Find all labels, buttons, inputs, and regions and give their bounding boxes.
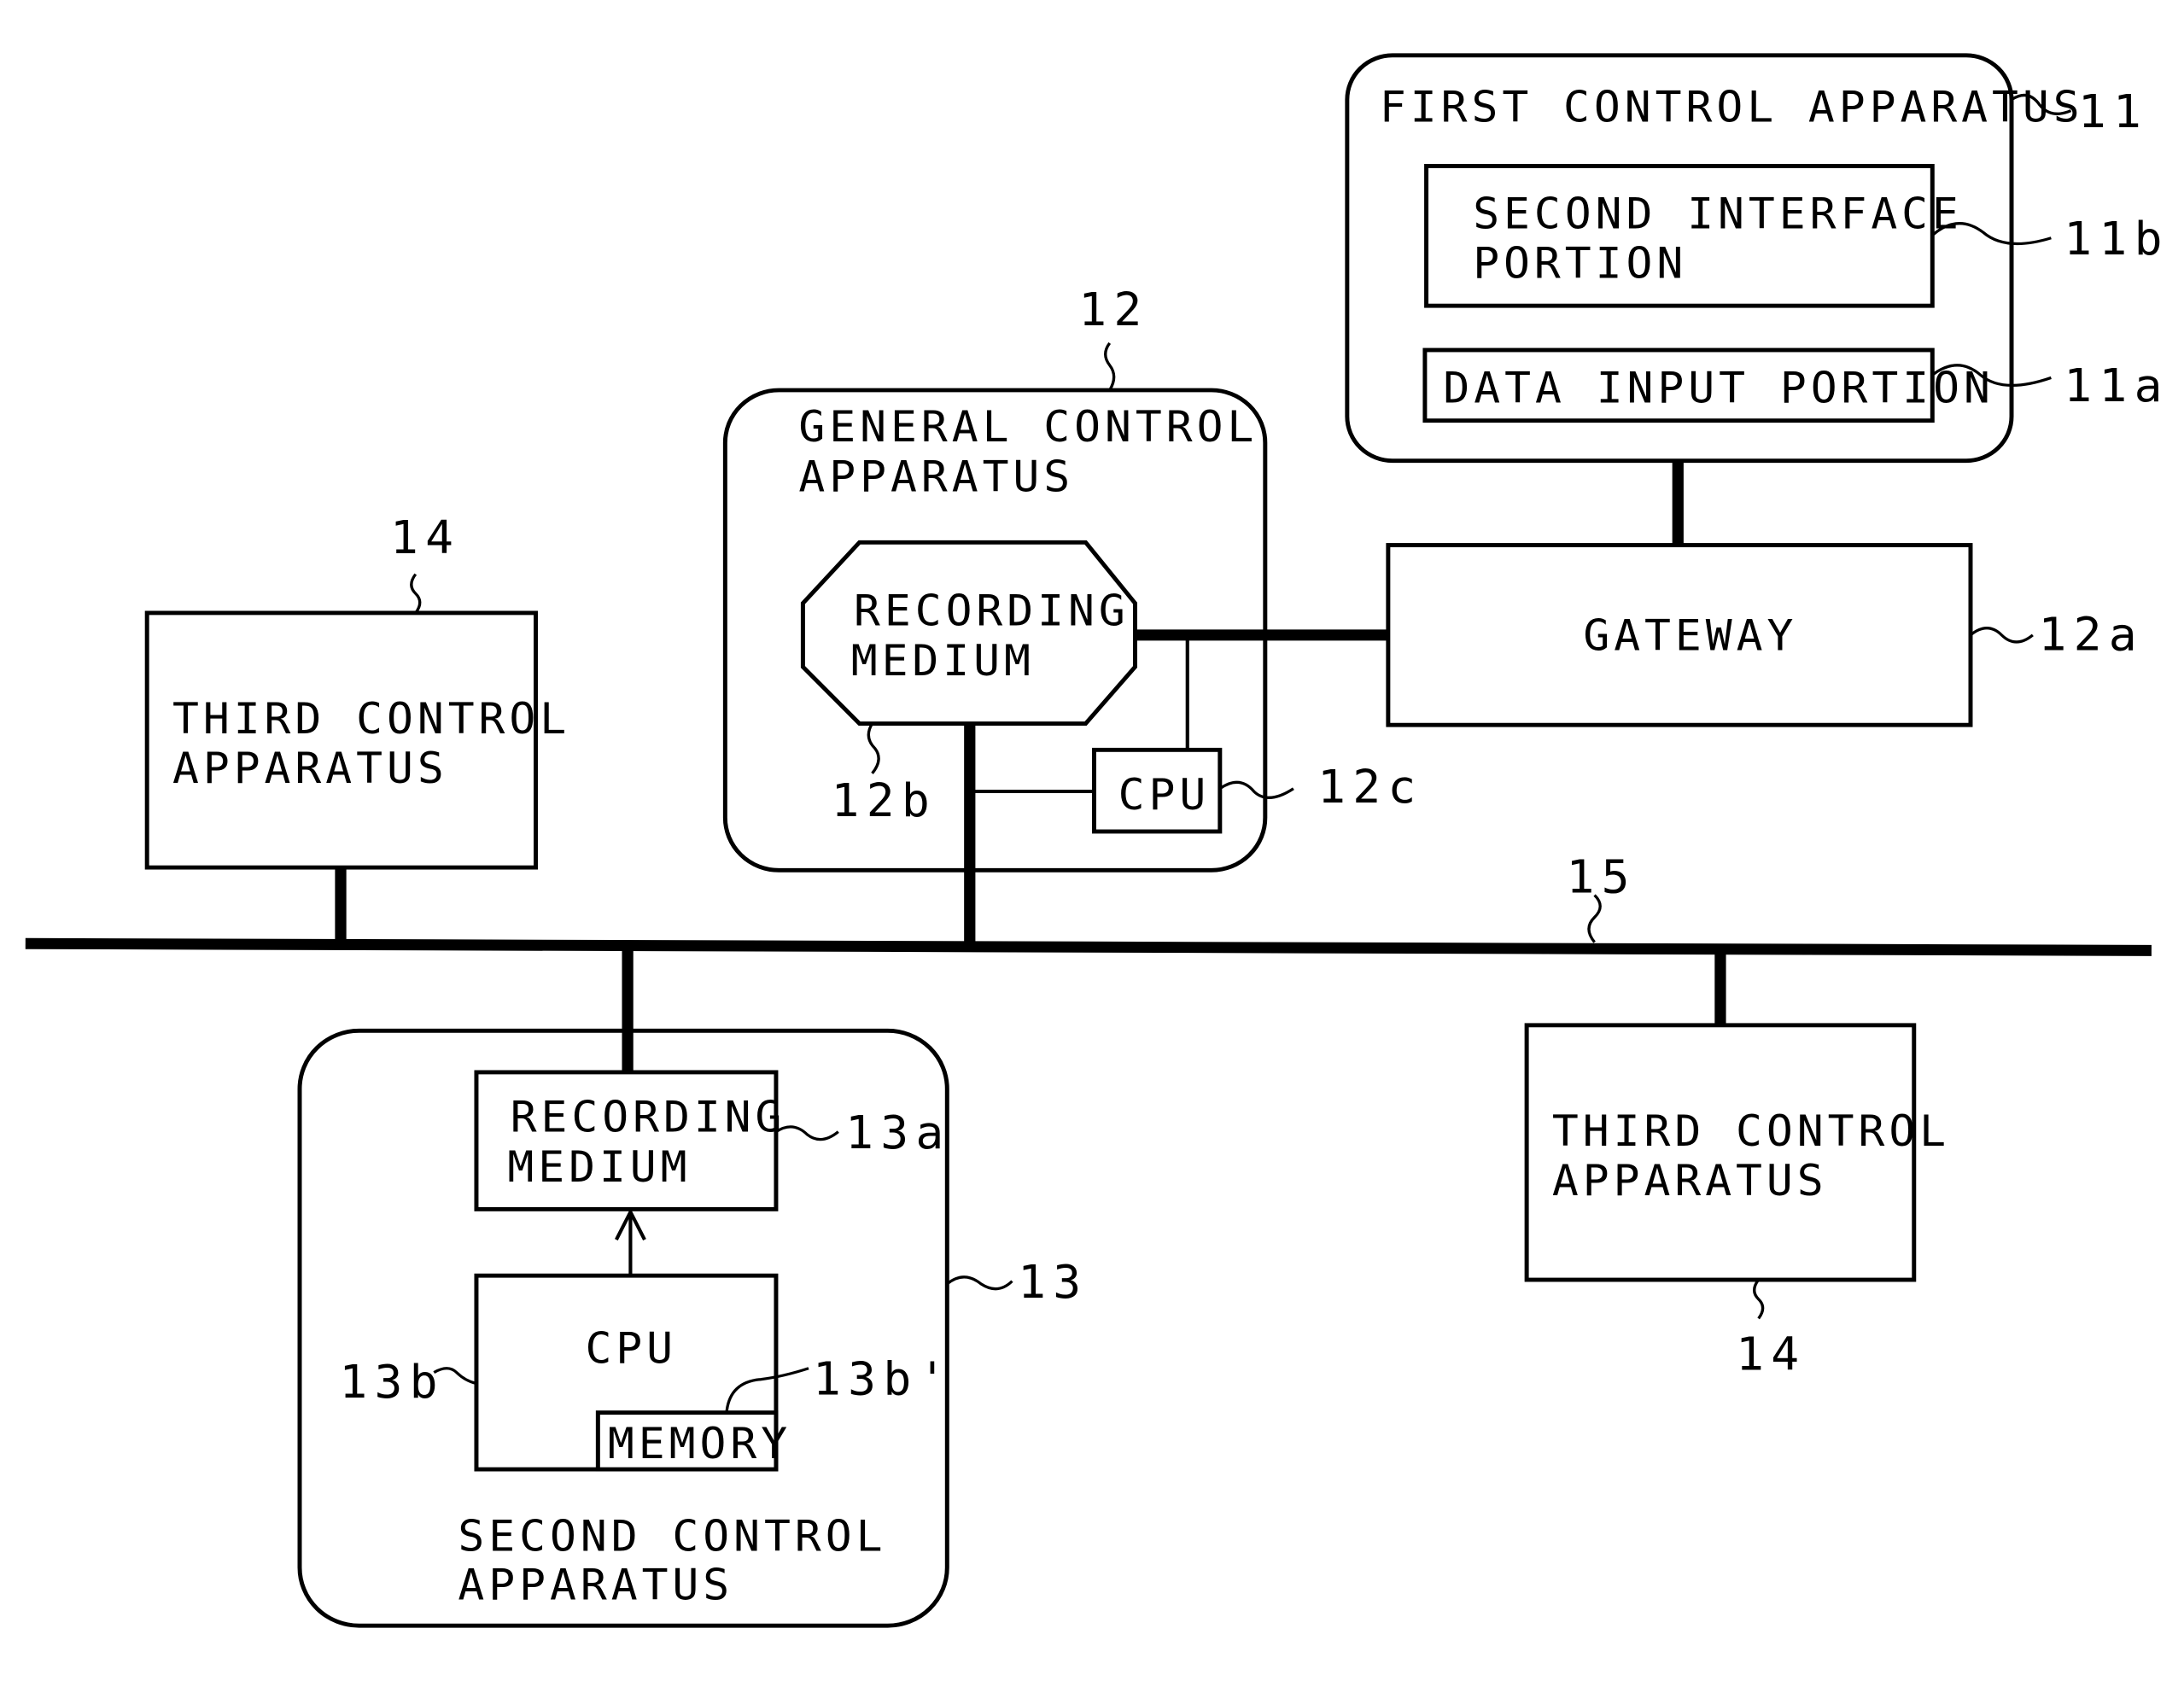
data-input-label: DATA INPUT PORTION <box>1443 363 1994 412</box>
cpu-13b-ref: 13b <box>339 1355 445 1408</box>
second-control-ref: 13 <box>1018 1256 1088 1309</box>
recording-medium-13a-ref: 13a <box>845 1106 951 1159</box>
recording-medium-12b-line-1: RECORDING <box>854 586 1130 635</box>
second-control-title-2: APPARATUS <box>458 1560 733 1609</box>
gateway-label: GATEWAY <box>1583 610 1797 660</box>
third-control-right-line-2: APPARATUS <box>1552 1156 1828 1205</box>
second-control-title-1: SECOND CONTROL <box>458 1511 886 1561</box>
recording-medium-12b-ref: 12b <box>832 774 937 827</box>
second-control-leader <box>946 1275 1013 1291</box>
recording-medium-12b-line-2: MEDIUM <box>851 635 1035 685</box>
third-control-left-ref: 14 <box>390 511 460 564</box>
third-control-apparatus-left: THIRD CONTROL APPARATUS 14 <box>144 511 570 870</box>
gateway-leader <box>1969 627 2034 644</box>
cpu-12c-label: CPU <box>1118 770 1211 820</box>
second-control-apparatus: 13 RECORDING MEDIUM 13a CPU 13b MEMORY 1… <box>297 1028 1088 1628</box>
cpu-13b-label: CPU <box>585 1323 677 1373</box>
first-control-ref: 11 <box>2078 85 2148 138</box>
data-input-ref: 11a <box>2064 359 2169 412</box>
second-interface-line-2: PORTION <box>1473 238 1687 288</box>
gateway: GATEWAY 12a <box>1386 543 2144 727</box>
third-control-right-ref: 14 <box>1736 1328 1806 1380</box>
second-interface-ref: 11b <box>2064 213 2169 266</box>
general-control-ref: 12 <box>1078 283 1148 336</box>
third-control-left-line-2: APPARATUS <box>172 744 448 793</box>
second-interface-line-1: SECOND INTERFACE <box>1473 189 1963 238</box>
system-block-diagram: 15 FIRST CONTROL APPARATUS 11 SECOND INT… <box>25 53 2169 1628</box>
gateway-ref: 12a <box>2038 608 2144 661</box>
first-control-apparatus: FIRST CONTROL APPARATUS 11 SECOND INTERF… <box>1345 53 2169 464</box>
third-control-right-line-1: THIRD CONTROL <box>1552 1106 1950 1155</box>
network-bus <box>25 937 2152 956</box>
cpu-12c-ref: 12c <box>1317 760 1423 813</box>
general-control-title-1: GENERAL CONTROL <box>798 401 1258 451</box>
general-control-leader <box>1104 341 1116 391</box>
first-control-title: FIRST CONTROL APPARATUS <box>1380 82 2084 131</box>
third-control-right-leader <box>1753 1279 1765 1320</box>
recording-medium-13a-line-1: RECORDING <box>511 1092 786 1141</box>
third-control-left-line-1: THIRD CONTROL <box>172 693 570 743</box>
memory-ref: 13b' <box>813 1352 954 1405</box>
third-control-left-leader <box>410 573 422 614</box>
recording-medium-13a-line-2: MEDIUM <box>507 1141 691 1191</box>
general-control-apparatus: GENERAL CONTROL APPARATUS 12 RECORDING M… <box>722 283 1423 873</box>
memory-label: MEMORY <box>608 1419 791 1468</box>
third-control-apparatus-right: THIRD CONTROL APPARATUS 14 <box>1524 1023 1950 1380</box>
bus-ref: 15 <box>1566 850 1636 903</box>
general-control-title-2: APPARATUS <box>798 452 1074 501</box>
